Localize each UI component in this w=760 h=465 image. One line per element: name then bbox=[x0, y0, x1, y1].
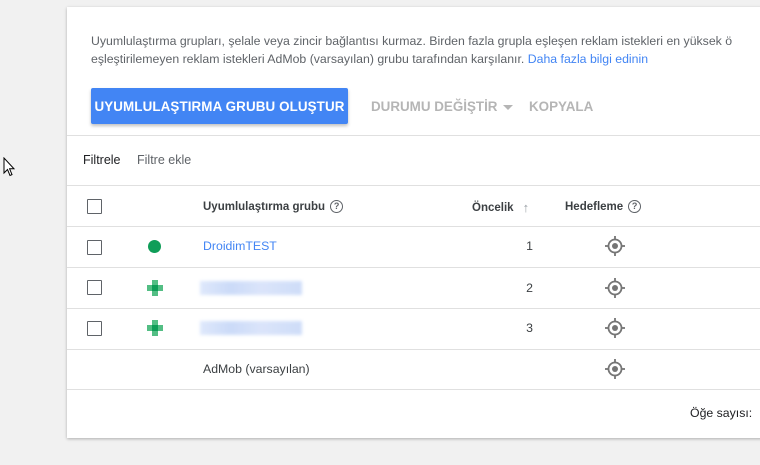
column-header-group: Uyumlulaştırma grubu ? bbox=[203, 200, 344, 213]
chevron-down-icon bbox=[503, 104, 514, 110]
help-circle-icon[interactable]: ? bbox=[330, 200, 344, 213]
priority-value: 1 bbox=[526, 239, 533, 253]
divider bbox=[67, 185, 760, 186]
mediation-groups-card: Uyumlulaştırma grupları, şelale veya zin… bbox=[67, 7, 760, 438]
column-header-group-label: Uyumlulaştırma grubu bbox=[203, 200, 326, 213]
description-text: eşleştirilemeyen reklam istekleri AdMob … bbox=[91, 52, 525, 66]
mouse-pointer-icon bbox=[3, 157, 15, 177]
crosshair-target-icon[interactable] bbox=[604, 317, 626, 339]
description: Uyumlulaştırma grupları, şelale veya zin… bbox=[91, 32, 760, 68]
help-circle-icon[interactable]: ? bbox=[628, 200, 642, 213]
row-checkbox[interactable] bbox=[87, 240, 102, 255]
change-status-label: DURUMU DEĞİŞTİR bbox=[371, 98, 498, 114]
divider bbox=[67, 389, 760, 390]
add-filter-input[interactable]: Filtre ekle bbox=[137, 153, 191, 167]
change-status-button[interactable]: DURUMU DEĞİŞTİR bbox=[371, 95, 514, 117]
group-name-link[interactable]: DroidimTEST bbox=[203, 239, 277, 253]
create-mediation-group-button[interactable]: UYUMLULAŞTIRMA GRUBU OLUŞTUR bbox=[91, 88, 348, 124]
divider bbox=[67, 226, 760, 227]
copy-button[interactable]: KOPYALA bbox=[529, 95, 593, 117]
item-count-label: Öğe sayısı: bbox=[690, 406, 753, 420]
group-name-link[interactable] bbox=[200, 321, 302, 335]
description-line-2: eşleştirilemeyen reklam istekleri AdMob … bbox=[91, 50, 760, 68]
group-name-link[interactable] bbox=[200, 281, 302, 295]
status-active-icon bbox=[148, 240, 161, 253]
priority-value: 3 bbox=[526, 321, 533, 335]
divider bbox=[67, 308, 760, 309]
crosshair-target-icon[interactable] bbox=[604, 358, 626, 380]
column-header-priority-label: Öncelik bbox=[472, 201, 514, 214]
crosshair-target-icon[interactable] bbox=[604, 277, 626, 299]
filter-label: Filtrele bbox=[83, 153, 121, 167]
crosshair-target-icon[interactable] bbox=[604, 235, 626, 257]
status-plus-icon bbox=[147, 320, 163, 336]
select-all-checkbox[interactable] bbox=[87, 199, 102, 214]
status-plus-icon bbox=[147, 280, 163, 296]
priority-value: 2 bbox=[526, 281, 533, 295]
column-header-targeting-label: Hedefleme bbox=[565, 200, 624, 213]
divider bbox=[67, 349, 760, 350]
row-checkbox[interactable] bbox=[87, 280, 102, 295]
divider bbox=[67, 135, 760, 136]
divider bbox=[67, 267, 760, 268]
row-checkbox[interactable] bbox=[87, 321, 102, 336]
description-line-1: Uyumlulaştırma grupları, şelale veya zin… bbox=[91, 34, 733, 48]
column-header-priority[interactable]: Öncelik ↑ bbox=[472, 200, 529, 215]
group-name: AdMob (varsayılan) bbox=[203, 362, 310, 376]
learn-more-link[interactable]: Daha fazla bilgi edinin bbox=[528, 52, 648, 66]
column-header-targeting: Hedefleme ? bbox=[565, 200, 642, 213]
arrow-up-icon: ↑ bbox=[522, 200, 530, 215]
